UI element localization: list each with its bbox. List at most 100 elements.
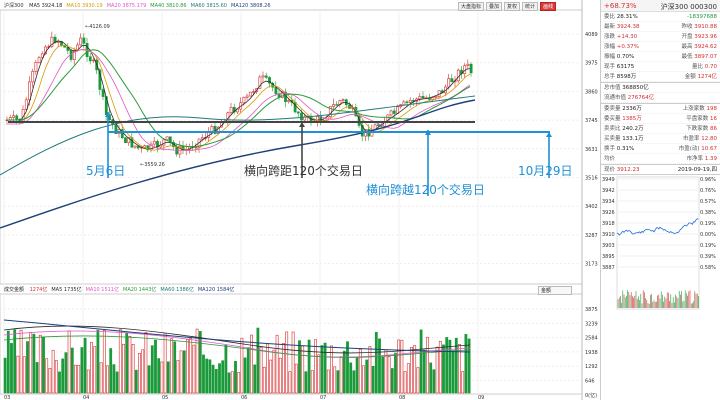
volume-bar bbox=[122, 343, 125, 394]
mini-right-label: 0.19% bbox=[700, 243, 716, 249]
volume-bar bbox=[467, 338, 471, 394]
mini-left-label: 3910 bbox=[602, 232, 615, 238]
volume-bar bbox=[352, 370, 356, 394]
indicator-button[interactable]: 大盘指标 bbox=[458, 2, 485, 11]
statistics-button[interactable]: 统计 bbox=[522, 2, 539, 11]
volume-bar bbox=[358, 349, 362, 394]
volume-bar bbox=[333, 366, 337, 394]
candle-body bbox=[287, 100, 291, 102]
candle-body bbox=[341, 99, 345, 101]
volume-bar bbox=[189, 338, 193, 394]
candle-body bbox=[466, 63, 470, 66]
mini-right-label: 0.57% bbox=[700, 199, 716, 205]
volume-bar bbox=[141, 349, 145, 394]
depth-row-4: 换手 0.31% 市盈(动) 10.67 bbox=[601, 144, 720, 154]
volume-bar bbox=[282, 343, 285, 394]
candle-body bbox=[101, 89, 105, 97]
side-header: +68.73% 沪深300 000300 bbox=[601, 0, 720, 12]
price-ma-legend-item-3: MA40 3810.86 bbox=[150, 3, 187, 9]
volume-bar bbox=[118, 329, 122, 394]
candle-body bbox=[296, 111, 300, 114]
candle-body bbox=[88, 56, 92, 62]
volume-bar bbox=[29, 332, 33, 394]
mini-left-label: 3942 bbox=[602, 188, 615, 194]
overlay-button[interactable]: 叠加 bbox=[486, 2, 503, 11]
volume-bar bbox=[269, 359, 273, 394]
price-axis-label: 3287 bbox=[585, 233, 598, 239]
cap-row-0: 总市值 368850亿 bbox=[601, 83, 720, 93]
volume-bar bbox=[422, 349, 426, 394]
annotation-cross-text: 横向跨越120个交易日 bbox=[366, 183, 485, 197]
chart-toolbar: 大盘指标 叠加 复权 统计 画线 bbox=[458, 2, 557, 11]
kline-chart-svg[interactable]: 4089 3975 3860 3745 3631 3516 3402 3287 3173 3875… bbox=[0, 0, 600, 400]
volume-bar bbox=[237, 372, 241, 394]
volume-bar bbox=[138, 352, 141, 394]
draw-line-button[interactable]: 画线 bbox=[540, 2, 557, 11]
candle-body bbox=[421, 96, 425, 99]
candle-body bbox=[37, 57, 41, 63]
candle-body bbox=[56, 41, 60, 43]
volume-bar bbox=[381, 356, 385, 394]
candle-body bbox=[376, 124, 380, 126]
quote-rows-depth: 委卖量 2336万 上涨家数 198 委买量 1385万 平盘家数 16 卖卖比 240… bbox=[601, 104, 720, 165]
mini-left-label: 3887 bbox=[602, 265, 615, 271]
candle-body bbox=[242, 97, 246, 104]
candle-body bbox=[450, 78, 454, 83]
volume-legend-item-0: 1274亿 bbox=[29, 287, 48, 293]
quote-row-4: 振幅 0.70% 最低 3897.07 bbox=[601, 52, 720, 62]
volume-bar bbox=[403, 371, 407, 394]
candle-body bbox=[402, 101, 406, 106]
volume-bar bbox=[301, 345, 305, 394]
mini-left-label: 3934 bbox=[602, 199, 615, 205]
candle-body bbox=[469, 63, 473, 74]
candle-body bbox=[332, 104, 335, 107]
candle-body bbox=[34, 62, 38, 72]
volume-bar bbox=[426, 336, 429, 394]
volume-bar bbox=[112, 364, 116, 394]
volume-bar bbox=[464, 334, 468, 394]
volume-bar bbox=[218, 363, 221, 394]
time-axis-label: 09 bbox=[478, 395, 484, 400]
kline-chart-area[interactable]: 4089 3975 3860 3745 3631 3516 3402 3287 3173 3875… bbox=[0, 0, 598, 400]
volume-bar bbox=[77, 364, 81, 394]
quote-row-3: 涨幅 +0.37% 最高 3924.62 bbox=[601, 42, 720, 52]
candle-body bbox=[431, 97, 435, 100]
volume-legend-item-4: MA60 1386亿 bbox=[160, 287, 194, 293]
volume-bar bbox=[86, 369, 90, 394]
volume-bar bbox=[339, 356, 343, 394]
volume-bar bbox=[83, 337, 87, 394]
candle-body bbox=[124, 137, 127, 144]
price-axis-label: 3631 bbox=[585, 147, 598, 153]
volume-bar bbox=[128, 335, 132, 394]
volume-bar bbox=[58, 371, 61, 394]
volume-bar bbox=[16, 355, 20, 394]
volume-bar bbox=[416, 367, 420, 394]
volume-bar bbox=[48, 368, 52, 394]
volume-bar bbox=[160, 361, 164, 394]
candle-body bbox=[245, 95, 249, 98]
quote-rows-cap: 总市值 368850亿 流通市值 276764亿 bbox=[601, 83, 720, 104]
adjust-button[interactable]: 复权 bbox=[504, 2, 521, 11]
price-axis-label: 4089 bbox=[585, 32, 598, 38]
depth-row-1: 委买量 1385万 平盘家数 16 bbox=[601, 114, 720, 124]
volume-bar bbox=[445, 337, 449, 394]
volume-bar bbox=[70, 347, 74, 394]
quote-side-panel: +68.73% 沪深300 000300 委比 28.31% -18397688… bbox=[600, 0, 720, 400]
intraday-mini-chart[interactable]: 3949 3942 3934 3926 3918 3910 3903 3895 3887 0.96… bbox=[601, 175, 720, 313]
volume-bar bbox=[368, 346, 372, 394]
volume-bar bbox=[390, 368, 394, 394]
mini-left-label: 3949 bbox=[602, 177, 615, 183]
volume-bar bbox=[355, 357, 359, 394]
volume-bar bbox=[64, 352, 68, 394]
volume-bar bbox=[22, 356, 26, 394]
volume-title: 成交金额 bbox=[4, 287, 25, 293]
volume-type-select[interactable]: 金额 bbox=[538, 286, 572, 295]
quote-row-1: 最新 3924.38 昨收 3910.88 bbox=[601, 22, 720, 32]
candle-body bbox=[300, 112, 303, 121]
volume-bar bbox=[304, 371, 308, 394]
candle-body bbox=[434, 96, 438, 98]
volume-bar bbox=[374, 331, 378, 394]
volume-bar bbox=[362, 365, 365, 394]
volume-bar bbox=[314, 339, 317, 394]
candle-body bbox=[418, 96, 422, 100]
